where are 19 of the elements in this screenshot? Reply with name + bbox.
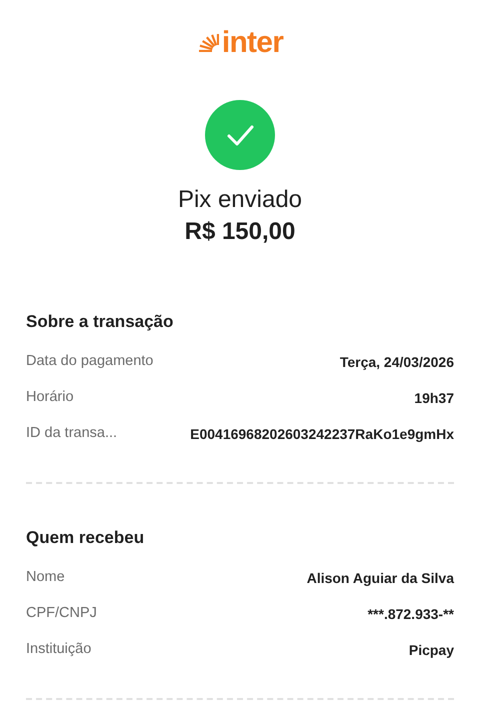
field-value: Picpay — [408, 640, 454, 660]
field-label: ID da transa... — [26, 424, 118, 444]
logo-text: inter — [222, 28, 284, 58]
field-label: Instituição — [26, 640, 92, 660]
success-check-icon — [205, 100, 275, 170]
status-title: Pix enviado — [178, 185, 302, 215]
field-value: ***.872.933-** — [368, 604, 454, 624]
field-value: 19h37 — [414, 388, 454, 408]
field-label: Data do pagamento — [26, 352, 154, 372]
section-title: Quem recebeu — [26, 527, 146, 549]
amount: R$ 150,00 — [184, 217, 296, 247]
field-value: Terça, 24/03/2026 — [340, 352, 454, 372]
logo-sunburst-icon — [196, 34, 219, 52]
field-value: E00416968202603242237RaKo1e9gmHx — [190, 424, 454, 444]
field-label: CPF/CNPJ — [26, 604, 97, 624]
field-label: Horário — [26, 388, 74, 408]
field-value: Alison Aguiar da Silva — [306, 568, 454, 588]
section-title: Sobre a transação — [26, 311, 174, 333]
field-label: Nome — [26, 568, 65, 588]
